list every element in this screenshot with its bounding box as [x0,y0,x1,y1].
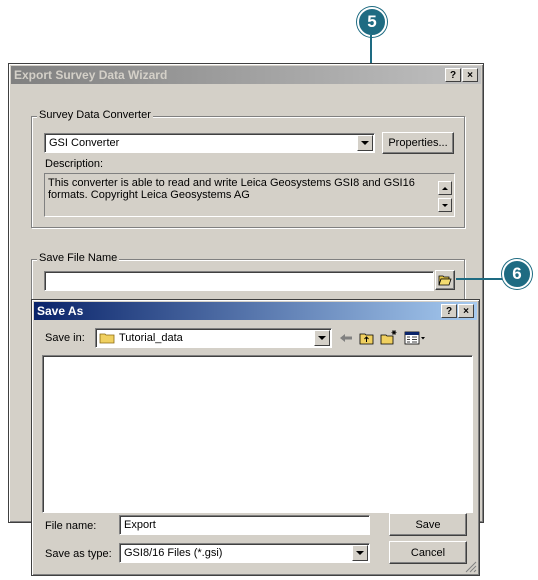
chevron-down-icon [361,141,369,145]
wizard-titlebar[interactable]: Export Survey Data Wizard [11,66,481,84]
save-in-select[interactable]: Tutorial_data [95,328,332,348]
converter-select[interactable]: GSI Converter [44,133,375,153]
converter-select-value: GSI Converter [49,137,120,149]
description-scroll-up[interactable] [438,181,452,195]
save-as-type-select[interactable]: GSI8/16 Files (*.gsi) [119,543,370,563]
file-name-value: Export [124,519,156,531]
resize-grip-icon[interactable] [465,561,477,573]
save-in-label: Save in: [45,332,85,344]
wizard-title: Export Survey Data Wizard [14,68,168,82]
wizard-help-button[interactable]: ? [445,68,461,82]
chevron-down-icon [318,336,326,340]
properties-button[interactable]: Properties... [382,132,454,154]
save-in-value: Tutorial_data [119,332,183,344]
save-as-help-button[interactable]: ? [441,304,457,318]
save-as-titlebar[interactable]: Save As [34,302,477,320]
view-menu-icon[interactable] [404,331,426,345]
save-file-group-label: Save File Name [37,252,120,264]
converter-group-label: Survey Data Converter [37,109,153,121]
browse-button[interactable] [435,270,455,290]
callout-6: 6 [502,259,532,289]
callout-5: 5 [357,7,387,37]
save-as-close-button[interactable]: × [458,304,474,318]
file-name-label: File name: [45,520,97,532]
save-as-type-value: GSI8/16 Files (*.gsi) [124,547,223,559]
scroll-down-icon [442,203,448,207]
open-folder-icon [438,275,452,286]
callout-6-leader [456,278,504,280]
description-text: This converter is able to read and write… [48,177,415,201]
file-name-input[interactable]: Export [119,515,370,535]
save-as-dialog: Save As ? × Save in: Tutorial_data File … [31,299,480,576]
new-folder-icon[interactable] [380,329,398,345]
file-list[interactable] [42,355,473,513]
save-as-title: Save As [37,304,84,318]
cancel-button[interactable]: Cancel [389,541,467,564]
save-as-type-label: Save as type: [45,548,112,560]
description-scroll-down[interactable] [438,198,452,212]
scroll-up-icon [442,186,448,190]
save-as-type-dropdown-arrow[interactable] [352,545,368,561]
description-label: Description: [45,158,104,170]
callout-5-label: 5 [367,12,377,31]
converter-dropdown-arrow[interactable] [357,135,373,151]
chevron-down-icon [356,551,364,555]
save-in-dropdown-arrow[interactable] [314,330,330,346]
description-box: This converter is able to read and write… [44,173,455,217]
save-button[interactable]: Save [389,513,467,536]
up-folder-icon[interactable] [359,331,375,345]
folder-icon [99,333,115,344]
back-arrow-icon[interactable] [339,332,353,344]
wizard-close-button[interactable]: × [462,68,478,82]
callout-6-label: 6 [512,264,522,283]
save-file-input[interactable] [44,271,434,291]
